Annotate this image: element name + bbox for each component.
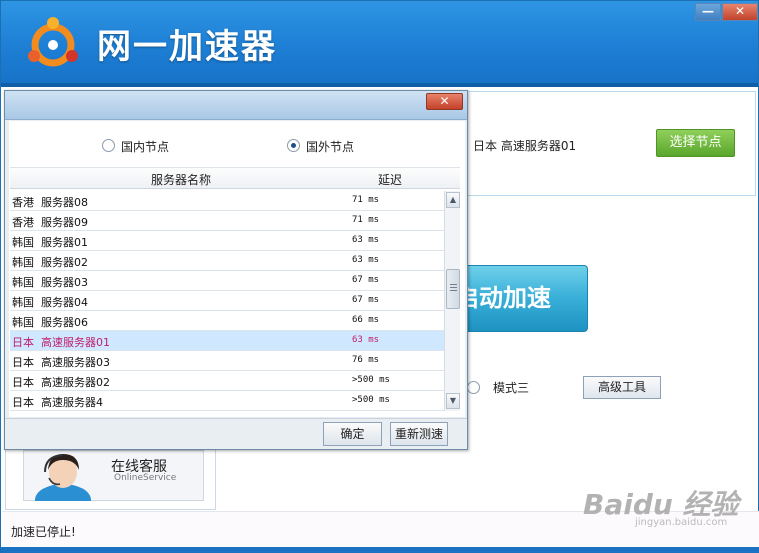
server-latency: 63 ms xyxy=(352,235,380,245)
scroll-up-arrow-icon[interactable]: ▲ xyxy=(446,192,460,208)
baidu-watermark-url: jingyan.baidu.com xyxy=(635,517,728,528)
online-service-sublabel: OnlineService xyxy=(114,473,177,483)
server-name: 日本 高速服务器02 xyxy=(12,376,110,389)
selected-node-label: 日本 高速服务器01 xyxy=(473,139,577,153)
server-name: 韩国 服务器06 xyxy=(12,316,88,329)
server-latency: 71 ms xyxy=(352,195,380,205)
app-logo-icon xyxy=(28,17,78,67)
server-name: 香港 服务器09 xyxy=(12,216,88,229)
app-title: 网一加速器 xyxy=(97,27,277,67)
foreign-nodes-label: 国外节点 xyxy=(306,140,355,154)
server-row[interactable]: 韩国 服务器01 63 ms xyxy=(10,231,444,251)
foreign-nodes-radio[interactable] xyxy=(287,139,300,152)
server-latency: 67 ms xyxy=(352,275,380,285)
server-name: 日本 高速服务器01 xyxy=(12,336,110,349)
server-row-selected[interactable]: 日本 高速服务器01 63 ms xyxy=(10,331,444,351)
retest-speed-button[interactable]: 重新测速 xyxy=(390,422,448,446)
dialog-close-button[interactable]: ✕ xyxy=(426,93,463,110)
server-list-scrollbar[interactable]: ▲ ▼ xyxy=(444,191,460,411)
server-row[interactable]: 韩国 服务器03 67 ms xyxy=(10,271,444,291)
dialog-titlebar xyxy=(5,91,467,120)
server-name: 韩国 服务器04 xyxy=(12,296,88,309)
scroll-down-arrow-icon[interactable]: ▼ xyxy=(446,393,460,409)
server-name: 日本 高速服务器03 xyxy=(12,356,110,369)
close-button[interactable]: ✕ xyxy=(722,3,758,21)
domestic-nodes-label: 国内节点 xyxy=(121,140,170,154)
server-list: 香港 服务器08 71 ms 香港 服务器09 71 ms 韩国 服务器01 63 m… xyxy=(10,191,444,411)
server-latency: 63 ms xyxy=(352,335,380,345)
server-row[interactable]: 韩国 服务器02 63 ms xyxy=(10,251,444,271)
server-latency: >500 ms xyxy=(352,375,390,385)
scroll-thumb[interactable] xyxy=(446,269,460,309)
grip-icon xyxy=(450,284,457,293)
server-row[interactable]: 香港 服务器08 71 ms xyxy=(10,191,444,211)
domestic-nodes-radio[interactable] xyxy=(102,139,115,152)
server-row[interactable]: 日本 高速服务器02 >500 ms xyxy=(10,371,444,391)
server-row[interactable]: 韩国 服务器04 67 ms xyxy=(10,291,444,311)
server-row[interactable]: 香港 服务器09 71 ms xyxy=(10,211,444,231)
column-header-latency[interactable]: 延迟 xyxy=(378,171,402,188)
choose-node-button[interactable]: 选择节点 xyxy=(656,129,735,157)
window-bottom-edge xyxy=(1,547,759,553)
server-name: 香港 服务器08 xyxy=(12,196,88,209)
server-row[interactable]: 日本 高速服务器03 76 ms xyxy=(10,351,444,371)
status-text: 加速已停止! xyxy=(11,525,76,539)
server-row[interactable]: 韩国 服务器06 66 ms xyxy=(10,311,444,331)
server-latency: >500 ms xyxy=(352,395,390,405)
confirm-button[interactable]: 确定 xyxy=(323,422,382,446)
server-name: 韩国 服务器01 xyxy=(12,236,88,249)
server-latency: 63 ms xyxy=(352,255,380,265)
server-name: 日本 高速服务器4 xyxy=(12,396,103,409)
column-header-server-name[interactable]: 服务器名称 xyxy=(151,171,211,188)
advanced-tools-button[interactable]: 高级工具 xyxy=(583,376,661,399)
node-select-dialog: ✕ 国内节点 国外节点 服务器名称 延迟 香港 服务器08 71 ms 香港 服务… xyxy=(4,90,468,450)
server-latency: 76 ms xyxy=(352,355,380,365)
server-latency: 66 ms xyxy=(352,315,380,325)
server-name: 韩国 服务器02 xyxy=(12,256,88,269)
server-row[interactable]: 日本 高速服务器4 >500 ms xyxy=(10,391,444,411)
server-latency: 67 ms xyxy=(352,295,380,305)
server-name: 韩国 服务器03 xyxy=(12,276,88,289)
mode3-label: 模式三 xyxy=(493,381,530,395)
mode3-radio[interactable] xyxy=(467,381,480,394)
support-agent-icon xyxy=(35,454,91,501)
server-latency: 71 ms xyxy=(352,215,380,225)
minimize-button[interactable]: — xyxy=(695,3,721,21)
